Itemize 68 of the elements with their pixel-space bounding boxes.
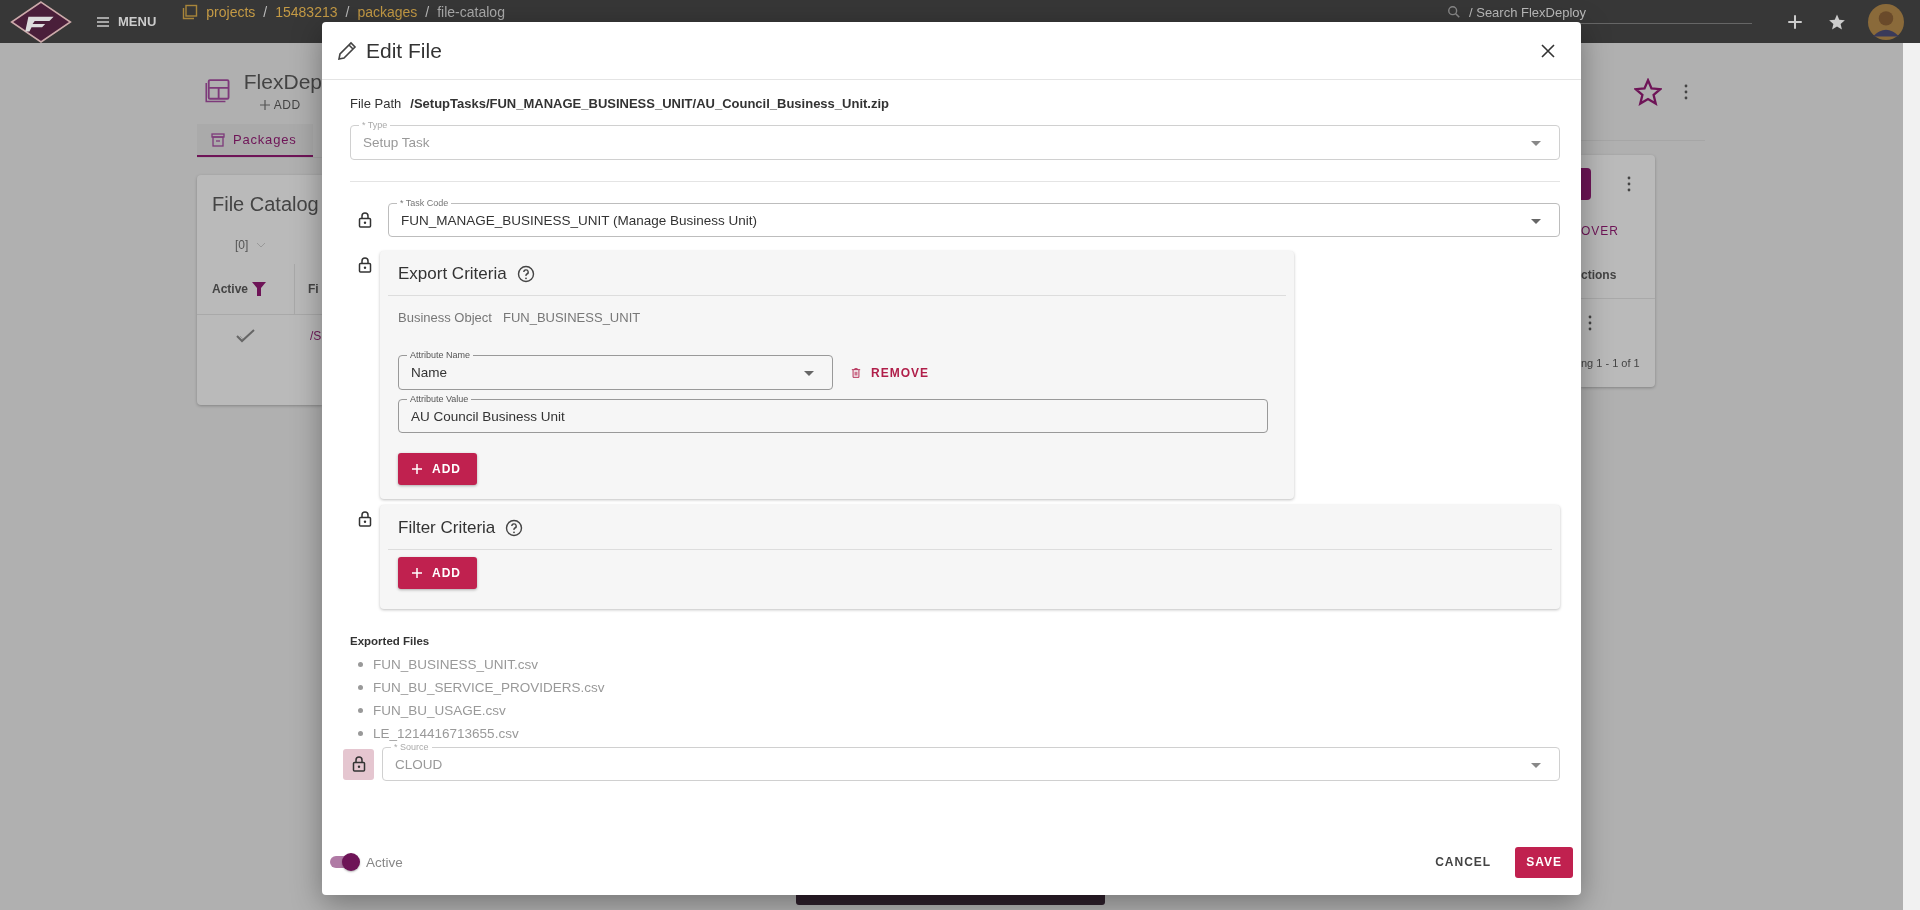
dialog-title: Edit File bbox=[366, 38, 442, 63]
paging-text: ng 1 - 1 of 1 bbox=[1581, 357, 1640, 369]
lock-icon[interactable] bbox=[358, 257, 372, 273]
search-icon bbox=[1447, 5, 1461, 19]
scrollbar-track[interactable] bbox=[1903, 43, 1920, 910]
card-title: File Catalog bbox=[212, 193, 319, 216]
plus-icon bbox=[412, 464, 422, 474]
breadcrumb-separator: / bbox=[345, 3, 350, 20]
cancel-button[interactable]: CANCEL bbox=[1425, 847, 1502, 877]
plus-icon bbox=[259, 100, 270, 110]
chevron-icon bbox=[256, 240, 267, 250]
file-name: LE_1214416713655.csv bbox=[373, 725, 519, 743]
file-name: FUN_BUSINESS_UNIT.csv bbox=[373, 656, 539, 674]
caret-icon bbox=[1531, 763, 1541, 768]
caret-icon bbox=[804, 371, 814, 376]
more-icon[interactable] bbox=[1627, 176, 1631, 192]
action-link[interactable]: OVER bbox=[1581, 224, 1619, 238]
panel-title: Filter Criteria bbox=[398, 518, 496, 538]
help-icon[interactable] bbox=[505, 519, 524, 537]
file-path: /SetupTasks/FUN_MANAGE_BUSINESS_UNIT/AU_Council_Business_Unit.zip bbox=[410, 96, 889, 111]
add-button[interactable]: ADD bbox=[398, 453, 477, 485]
toggle-switch[interactable] bbox=[330, 856, 358, 868]
column-header[interactable]: Active bbox=[197, 264, 295, 314]
breadcrumb-separator: / bbox=[263, 3, 268, 20]
file-path-label: File Path bbox=[350, 96, 402, 111]
breadcrumb-link[interactable]: 15483213 bbox=[275, 3, 338, 20]
star-icon[interactable] bbox=[1634, 78, 1662, 106]
filter-icon[interactable] bbox=[252, 282, 267, 296]
plus-icon bbox=[412, 568, 422, 578]
plus-icon[interactable] bbox=[1786, 12, 1804, 31]
business-object-label: Business Object bbox=[398, 310, 492, 325]
pencil-icon bbox=[337, 40, 357, 61]
menu-icon bbox=[96, 14, 110, 29]
breadcrumb-link[interactable]: file-catalog bbox=[437, 3, 505, 20]
page-title: FlexDep bbox=[243, 70, 322, 94]
count-dropdown[interactable]: [0] bbox=[235, 238, 267, 252]
panel-title: Export Criteria bbox=[398, 264, 507, 284]
lock-icon[interactable] bbox=[358, 511, 372, 527]
close-icon[interactable] bbox=[1541, 43, 1555, 58]
breadcrumb-link[interactable]: projects bbox=[206, 3, 256, 20]
archive-icon bbox=[211, 132, 225, 147]
tab[interactable]: Packages bbox=[197, 124, 313, 157]
menu-button[interactable]: MENU bbox=[96, 14, 157, 29]
breadcrumb-separator: / bbox=[425, 3, 430, 20]
lock-icon bbox=[351, 756, 366, 772]
column-header[interactable]: Fi bbox=[295, 264, 319, 314]
trash-icon bbox=[851, 367, 861, 378]
folder-icon bbox=[182, 3, 199, 20]
table-cell[interactable]: /S bbox=[295, 329, 322, 343]
lock-icon[interactable] bbox=[358, 212, 372, 228]
help-icon[interactable] bbox=[516, 265, 535, 283]
toggle-label: Active bbox=[366, 854, 403, 870]
file-name: FUN_BU_USAGE.csv bbox=[373, 702, 506, 720]
avatar-icon[interactable] bbox=[1868, 3, 1904, 40]
breadcrumb-link[interactable]: packages bbox=[357, 3, 418, 20]
logo-icon[interactable] bbox=[8, 0, 74, 43]
caret-icon bbox=[1531, 141, 1541, 146]
remove-button[interactable]: REMOVE bbox=[851, 359, 929, 386]
business-object-value: FUN_BUSINESS_UNIT bbox=[502, 310, 641, 325]
more-icon[interactable] bbox=[1684, 84, 1688, 100]
caret-icon bbox=[1531, 219, 1541, 224]
section-label: Exported Files bbox=[350, 635, 431, 647]
add-button[interactable]: ADD bbox=[259, 98, 301, 112]
file-name: FUN_BU_SERVICE_PROVIDERS.csv bbox=[373, 679, 605, 697]
more-icon[interactable] bbox=[1588, 315, 1592, 331]
add-button[interactable]: ADD bbox=[398, 557, 477, 589]
column-header: ctions bbox=[1581, 268, 1617, 282]
save-button[interactable]: SAVE bbox=[1515, 846, 1573, 878]
